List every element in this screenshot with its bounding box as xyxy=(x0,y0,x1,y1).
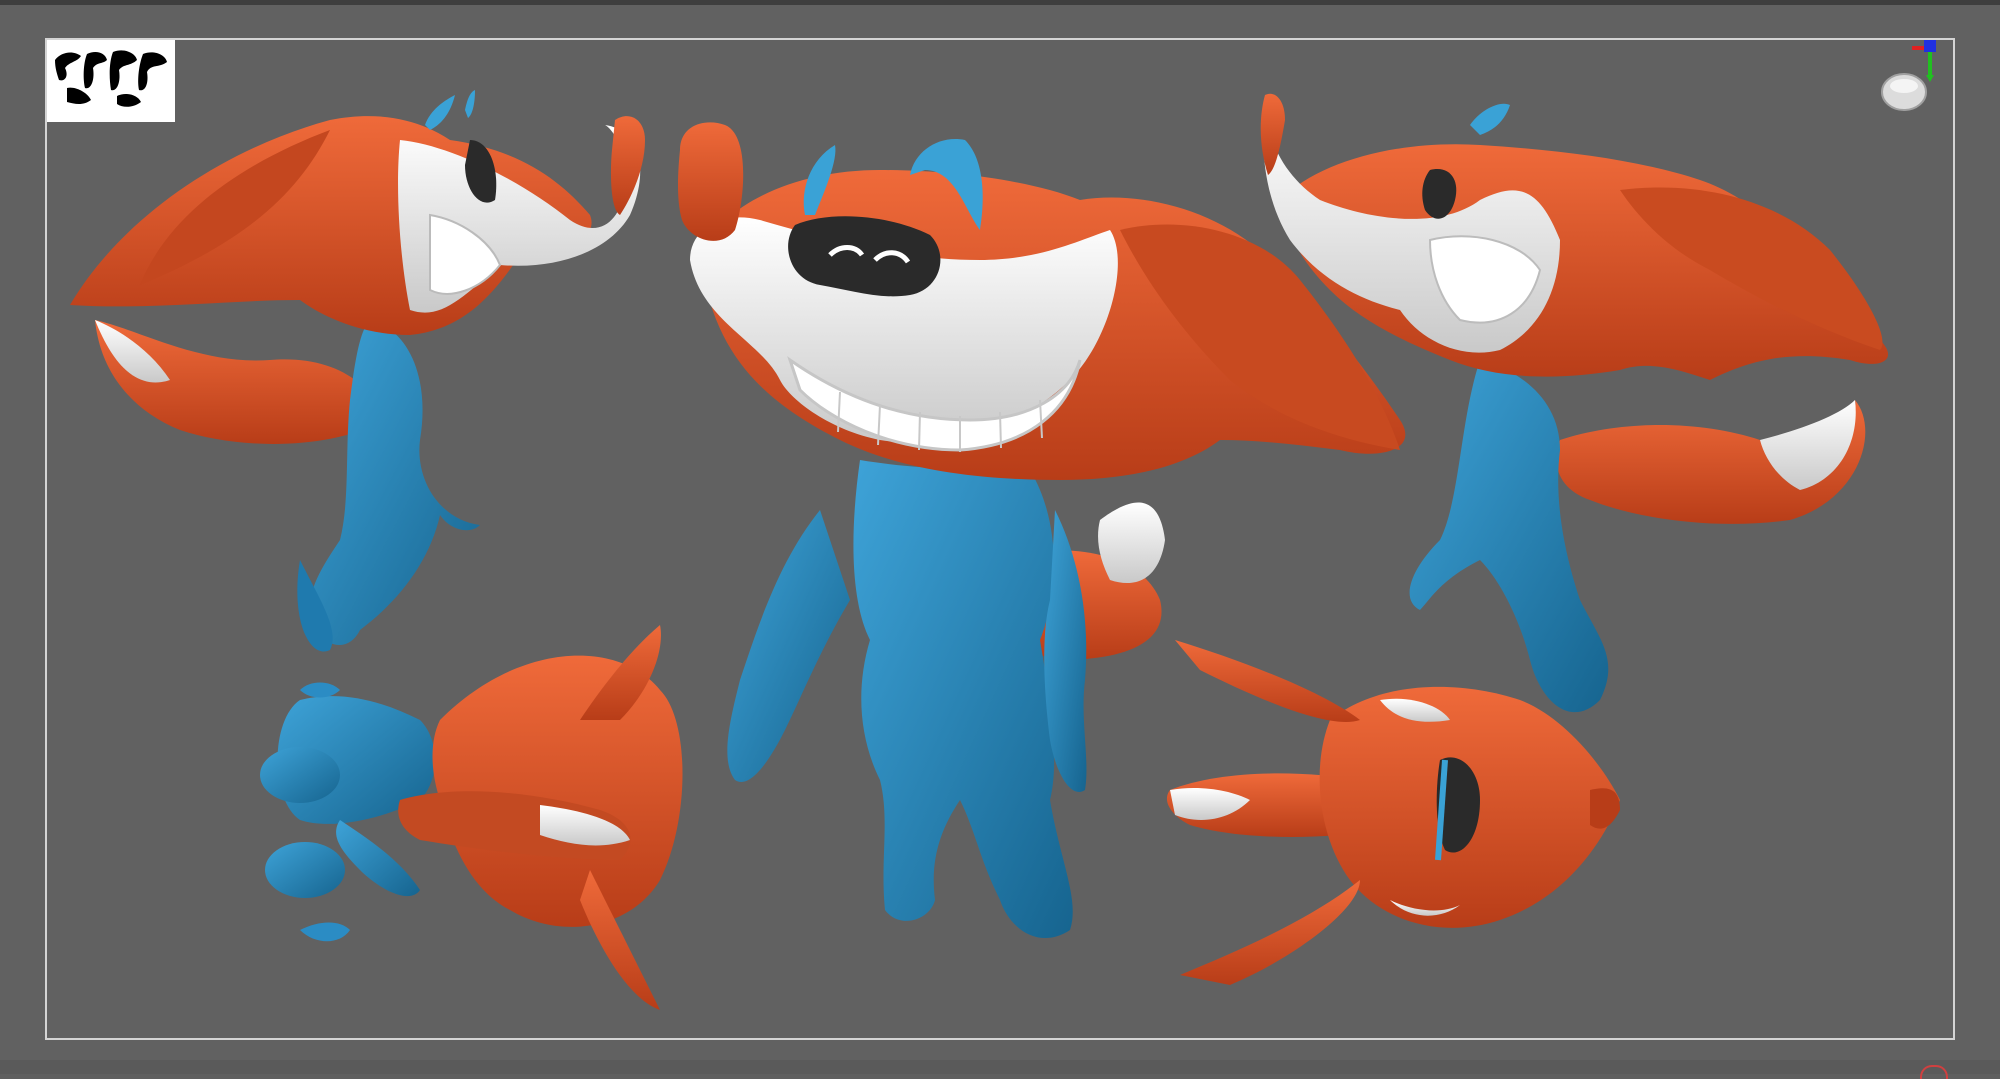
status-bar xyxy=(0,1060,2000,1074)
app-window xyxy=(0,0,2000,1079)
silhouette-thumbnail-icon[interactable] xyxy=(47,40,175,122)
viewport-frame xyxy=(45,38,1955,1040)
orientation-gizmo-icon[interactable] xyxy=(1870,30,1950,120)
record-indicator-icon xyxy=(1920,1065,1948,1079)
